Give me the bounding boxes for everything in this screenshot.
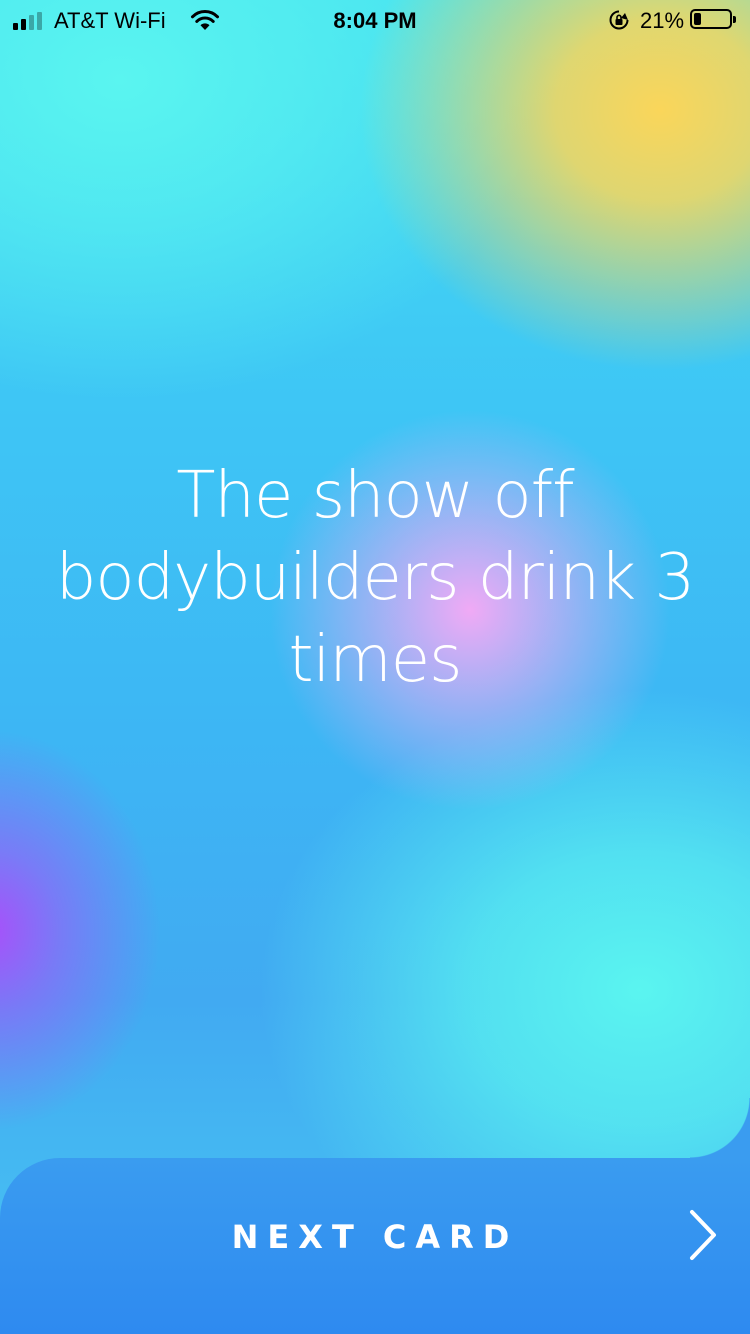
- rotation-lock-icon: [609, 10, 629, 30]
- status-time: 8:04 PM: [333, 8, 417, 33]
- card-prompt-text: The show off bodybuilders drink 3 times: [55, 459, 695, 697]
- next-card-label[interactable]: NEXT CARD: [0, 1218, 750, 1256]
- battery-percent: 21%: [640, 8, 685, 33]
- bar-corner: [690, 1098, 750, 1158]
- status-bar: AT&T Wi-Fi 8:04 PM 21%: [0, 0, 750, 40]
- screen: AT&T Wi-Fi 8:04 PM 21% The show off body…: [0, 0, 750, 1334]
- battery-icon: [690, 9, 736, 29]
- chevron-right-icon[interactable]: [684, 1206, 720, 1264]
